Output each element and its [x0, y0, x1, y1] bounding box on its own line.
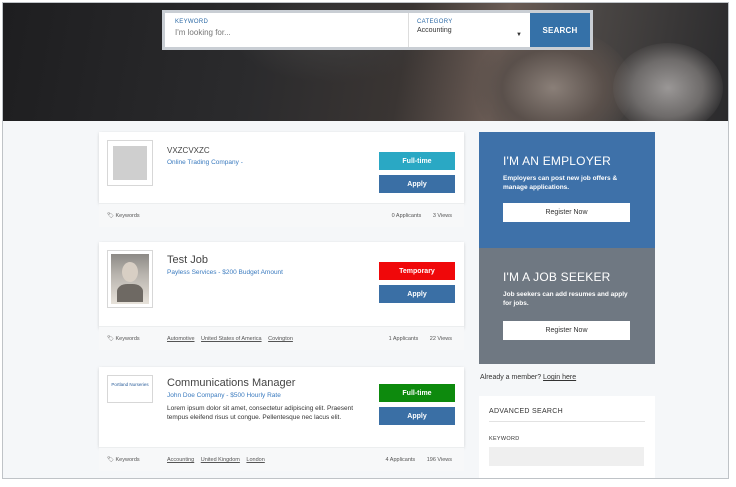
keyword-input[interactable]: I'm looking for... — [175, 28, 398, 37]
apply-button[interactable]: Apply — [379, 407, 455, 425]
body-shape — [117, 284, 143, 302]
tag-icon: 🏷 — [107, 336, 114, 342]
keyword-label: KEYWORD — [175, 19, 209, 25]
member-prompt: Already a member? Login here — [480, 374, 576, 381]
job-card: Portland Nurseries Communications Manage… — [99, 367, 464, 471]
job-card: Test Job Payless Services - $200 Budget … — [99, 242, 464, 350]
job-card-footer: 🏷 Keywords Automotive United States of A… — [99, 326, 464, 350]
advanced-keyword-input[interactable] — [489, 447, 644, 466]
tag-link[interactable]: Accounting — [167, 457, 194, 463]
face-shape — [122, 262, 138, 282]
advanced-keyword-label: KEYWORD — [489, 436, 520, 442]
keywords-label: Keywords — [115, 213, 140, 219]
logo-text: Portland Nurseries — [111, 382, 149, 387]
employer-title: I'M AN EMPLOYER — [503, 154, 611, 168]
company-logo — [107, 250, 153, 308]
person-photo — [111, 254, 149, 304]
views-count: 22 Views — [429, 336, 452, 342]
job-card-footer: 🏷 Keywords 0 Applicants 3 Views — [99, 203, 464, 227]
job-stats: 1 Applicants 22 Views — [379, 336, 452, 342]
member-text: Already a member? — [480, 374, 542, 381]
job-title[interactable]: VXZCVXZC — [167, 146, 210, 155]
apply-button[interactable]: Apply — [379, 285, 455, 303]
applicants-count: 1 Applicants — [388, 336, 419, 342]
tag-icon: 🏷 — [107, 457, 114, 463]
keywords: 🏷 Keywords — [107, 213, 140, 219]
company-logo: Portland Nurseries — [107, 375, 153, 403]
seeker-title: I'M A JOB SEEKER — [503, 270, 611, 284]
job-type-badge: Temporary — [379, 262, 455, 280]
keywords-label: Keywords — [115, 457, 140, 463]
job-company[interactable]: Payless Services - $200 Budget Amount — [167, 269, 283, 276]
tag-icon: 🏷 — [107, 213, 114, 219]
employer-text: Employers can post new job offers & mana… — [503, 175, 618, 191]
job-title[interactable]: Communications Manager — [167, 377, 295, 389]
tag-link[interactable]: Automotive — [167, 336, 195, 342]
category-label: CATEGORY — [417, 19, 453, 25]
applicants-count: 4 Applicants — [385, 457, 416, 463]
job-company[interactable]: Online Trading Company - — [167, 159, 243, 166]
logo-placeholder — [113, 146, 147, 180]
job-type-badge: Full-time — [379, 384, 455, 402]
tag-link[interactable]: United States of America — [201, 336, 262, 342]
keyword-field[interactable]: KEYWORD I'm looking for... — [165, 13, 409, 47]
job-tags: Accounting United Kingdom London — [167, 457, 270, 463]
job-stats: 4 Applicants 196 Views — [376, 457, 452, 463]
tag-link[interactable]: London — [246, 457, 264, 463]
search-bar: KEYWORD I'm looking for... CATEGORY Acco… — [162, 10, 593, 50]
views-count: 196 Views — [426, 457, 452, 463]
seeker-register-button[interactable]: Register Now — [503, 321, 630, 340]
job-title[interactable]: Test Job — [167, 254, 208, 266]
category-value: Accounting — [417, 27, 452, 34]
job-company[interactable]: John Doe Company - $500 Hourly Rate — [167, 392, 281, 399]
search-button[interactable]: SEARCH — [530, 13, 590, 47]
job-tags: Automotive United States of America Covi… — [167, 336, 298, 342]
seeker-panel: I'M A JOB SEEKER Job seekers can add res… — [479, 248, 655, 364]
category-select[interactable]: CATEGORY Accounting ▼ — [409, 13, 530, 47]
hero-banner: KEYWORD I'm looking for... CATEGORY Acco… — [3, 3, 728, 121]
company-logo — [107, 140, 153, 186]
chevron-down-icon: ▼ — [516, 32, 522, 38]
job-description: Lorem ipsum dolor sit amet, consectetur … — [167, 405, 354, 421]
page-frame: KEYWORD I'm looking for... CATEGORY Acco… — [2, 2, 729, 479]
hero-sleeve-image — [613, 43, 723, 121]
applicants-count: 0 Applicants — [391, 213, 422, 219]
employer-register-button[interactable]: Register Now — [503, 203, 630, 222]
advanced-search-panel: ADVANCED SEARCH KEYWORD — [479, 396, 655, 478]
job-type-badge: Full-time — [379, 152, 455, 170]
tag-link[interactable]: United Kingdom — [201, 457, 240, 463]
keywords: 🏷 Keywords — [107, 457, 140, 463]
job-card: VXZCVXZC Online Trading Company - Full-t… — [99, 132, 464, 227]
job-stats: 0 Applicants 3 Views — [382, 213, 452, 219]
seeker-text: Job seekers can add resumes and apply fo… — [503, 291, 628, 307]
keywords: 🏷 Keywords — [107, 336, 140, 342]
advanced-search-title: ADVANCED SEARCH — [489, 408, 645, 422]
views-count: 3 Views — [432, 213, 452, 219]
job-card-footer: 🏷 Keywords Accounting United Kingdom Lon… — [99, 447, 464, 471]
login-link[interactable]: Login here — [543, 374, 576, 381]
keywords-label: Keywords — [115, 336, 140, 342]
employer-panel: I'M AN EMPLOYER Employers can post new j… — [479, 132, 655, 248]
apply-button[interactable]: Apply — [379, 175, 455, 193]
tag-link[interactable]: Covington — [268, 336, 293, 342]
